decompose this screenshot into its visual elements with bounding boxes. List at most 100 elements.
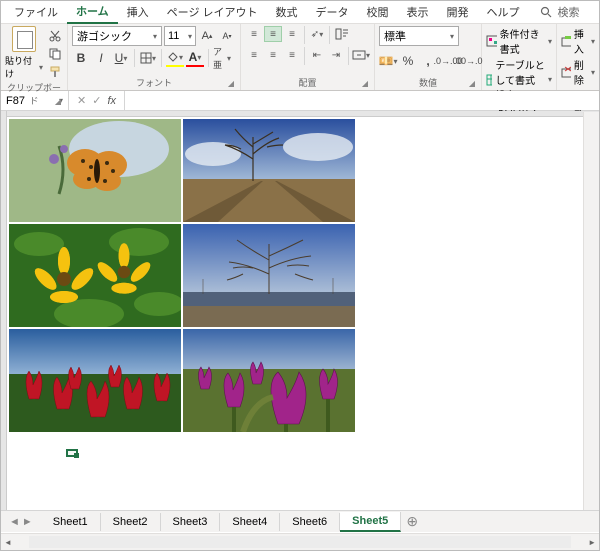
- conditional-label: 条件付き書式: [500, 26, 545, 56]
- tab-home[interactable]: ホーム: [67, 0, 118, 24]
- align-bottom-button[interactable]: ≡: [283, 26, 301, 42]
- paste-label: 貼り付け: [5, 54, 37, 80]
- active-cell-marker: [66, 449, 78, 457]
- decrease-indent-button[interactable]: ⇤: [308, 47, 326, 63]
- tab-developer[interactable]: 開発: [438, 1, 478, 23]
- scroll-track[interactable]: [29, 536, 571, 548]
- tab-review[interactable]: 校閲: [358, 1, 398, 23]
- number-format-dropdown[interactable]: 標準 ▾: [379, 26, 459, 46]
- separator: [304, 47, 305, 65]
- prev-sheet-button[interactable]: ◄: [9, 516, 20, 528]
- italic-button[interactable]: I: [92, 49, 110, 67]
- merge-cells-button[interactable]: ▾: [352, 47, 370, 63]
- group-clipboard: 貼り付け ▾ クリップボード ◢: [1, 24, 68, 90]
- tab-data[interactable]: データ: [307, 1, 358, 23]
- delete-cells-button[interactable]: 削除▾: [561, 57, 595, 87]
- image-magenta-tulips[interactable]: [183, 329, 355, 432]
- image-butterfly[interactable]: [9, 119, 181, 222]
- align-middle-button[interactable]: ≡: [264, 26, 282, 42]
- tab-search[interactable]: 検索: [529, 1, 589, 23]
- sheet-tab[interactable]: Sheet3: [161, 513, 221, 531]
- increase-indent-button[interactable]: ⇥: [327, 47, 345, 63]
- search-icon: [538, 4, 554, 20]
- scroll-right-icon[interactable]: ►: [585, 538, 599, 547]
- number-format-value: 標準: [384, 28, 406, 44]
- tab-view[interactable]: 表示: [398, 1, 438, 23]
- decrease-decimal-button[interactable]: .00→.0: [459, 52, 477, 70]
- separator: [329, 26, 330, 44]
- bold-button[interactable]: B: [72, 49, 90, 67]
- tab-help[interactable]: ヘルプ: [478, 1, 529, 23]
- enter-formula-button[interactable]: ✓: [92, 94, 101, 107]
- underline-button[interactable]: U▾: [112, 49, 130, 67]
- cancel-formula-button[interactable]: ✕: [77, 94, 86, 107]
- sheet-tab[interactable]: Sheet2: [101, 513, 161, 531]
- font-color-button[interactable]: A▾: [186, 49, 204, 67]
- formula-input[interactable]: [125, 91, 599, 110]
- separator: [134, 49, 135, 67]
- dialog-launcher-icon[interactable]: ◢: [360, 79, 370, 89]
- cut-button[interactable]: [47, 28, 63, 44]
- row-ruler[interactable]: [1, 111, 7, 511]
- sheet-tab[interactable]: Sheet6: [280, 513, 340, 531]
- increase-font-button[interactable]: A▴: [198, 27, 216, 45]
- insert-cells-button[interactable]: 挿入▾: [561, 26, 595, 56]
- insert-function-button[interactable]: fx: [107, 95, 116, 107]
- font-size-dropdown[interactable]: 11 ▾: [164, 26, 196, 46]
- tab-insert[interactable]: 挿入: [118, 1, 158, 23]
- insert-icon: [561, 35, 571, 47]
- group-alignment-label: 配置: [298, 78, 316, 88]
- font-name-dropdown[interactable]: 游ゴシック ▾: [72, 26, 162, 46]
- tab-page-layout[interactable]: ページ レイアウト: [158, 1, 267, 23]
- phonetic-button[interactable]: ア亜▾: [213, 49, 231, 67]
- image-yellow-flowers[interactable]: [9, 224, 181, 327]
- align-top-button[interactable]: ≡: [245, 26, 263, 42]
- wrap-text-button[interactable]: [333, 26, 351, 42]
- align-right-button[interactable]: ≡: [283, 47, 301, 63]
- group-font-label: フォント: [136, 78, 172, 88]
- paste-button[interactable]: 貼り付け ▾: [5, 26, 43, 80]
- percent-button[interactable]: %: [399, 52, 417, 70]
- delete-icon: [561, 66, 571, 78]
- column-ruler[interactable]: [1, 111, 599, 117]
- group-number-label: 数値: [419, 78, 437, 88]
- tab-file[interactable]: ファイル: [5, 1, 67, 23]
- align-left-button[interactable]: ≡: [245, 47, 263, 63]
- scroll-left-icon[interactable]: ◄: [1, 538, 15, 547]
- group-alignment: ≡ ≡ ≡ ➶▾ ≡ ≡ ≡ ⇤ ⇥ ▾: [241, 24, 375, 90]
- horizontal-scrollbar[interactable]: ◄ ►: [1, 533, 599, 550]
- image-lake-winter[interactable]: [183, 224, 355, 327]
- inserted-images: [9, 119, 355, 432]
- delete-label: 削除: [574, 57, 588, 87]
- decrease-font-button[interactable]: A▾: [218, 27, 236, 45]
- sheet-tab-active[interactable]: Sheet5: [340, 512, 401, 532]
- next-sheet-button[interactable]: ►: [22, 516, 33, 528]
- chevron-down-icon: ▾: [39, 63, 43, 72]
- image-red-tulips[interactable]: [9, 329, 181, 432]
- currency-button[interactable]: 💴▾: [379, 52, 397, 70]
- table-icon: [486, 74, 492, 86]
- dialog-launcher-icon[interactable]: ◢: [467, 79, 477, 89]
- image-bare-tree[interactable]: [183, 119, 355, 222]
- ribbon: 貼り付け ▾ クリップボード ◢: [1, 23, 599, 91]
- fill-color-button[interactable]: ▾: [166, 49, 184, 67]
- format-painter-button[interactable]: [47, 64, 63, 80]
- chevron-down-icon: ▾: [450, 32, 454, 41]
- formula-bar: F87 ▾ ✕ ✓ fx: [1, 91, 599, 111]
- border-button[interactable]: ▾: [139, 49, 157, 67]
- vertical-scrollbar[interactable]: [583, 112, 599, 510]
- sheet-tab[interactable]: Sheet4: [220, 513, 280, 531]
- new-sheet-button[interactable]: ⊕: [401, 511, 423, 533]
- dialog-launcher-icon[interactable]: ◢: [226, 79, 236, 89]
- align-center-button[interactable]: ≡: [264, 47, 282, 63]
- sheet-tab-bar: ◄ ► Sheet1 Sheet2 Sheet3 Sheet4 Sheet6 S…: [1, 510, 599, 532]
- chevron-down-icon: ▾: [153, 32, 157, 41]
- dialog-launcher-icon[interactable]: ◢: [53, 97, 63, 107]
- sheet-tab[interactable]: Sheet1: [41, 513, 101, 531]
- worksheet[interactable]: [1, 111, 599, 511]
- orientation-button[interactable]: ➶▾: [308, 26, 326, 42]
- tab-formulas[interactable]: 数式: [267, 1, 307, 23]
- group-styles: 条件付き書式▾ テーブルとして書式設定▾ セルのスタイル▾ スタイル: [482, 24, 557, 90]
- conditional-formatting-button[interactable]: 条件付き書式▾: [486, 26, 552, 56]
- copy-button[interactable]: [47, 46, 63, 62]
